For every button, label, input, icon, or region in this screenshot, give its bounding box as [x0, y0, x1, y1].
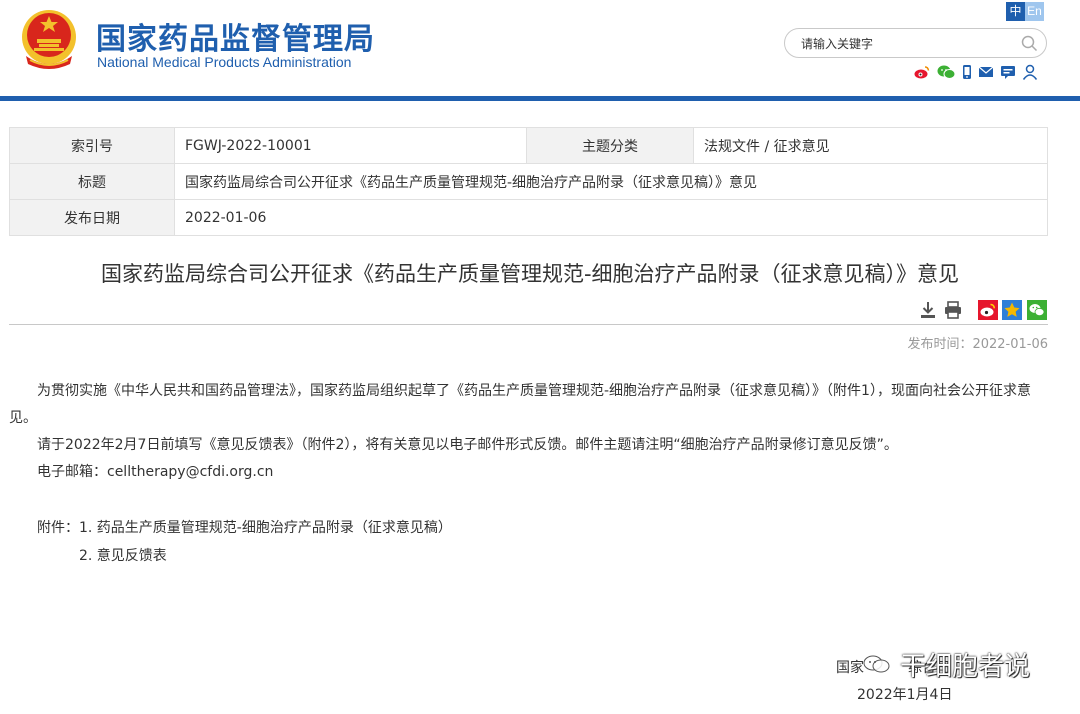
watermark-text: 干细胞者说 — [900, 652, 1031, 682]
table-row: 索引号 FGWJ-2022-10001 主题分类 法规文件 / 征求意见 — [9, 127, 1048, 164]
header-divider-bar — [0, 96, 1080, 101]
search-input[interactable] — [801, 34, 1011, 54]
title-label: 标题 — [9, 163, 175, 200]
index-value: FGWJ-2022-10001 — [174, 127, 527, 164]
article-title: 国家药监局综合司公开征求《药品生产质量管理规范-细胞治疗产品附录（征求意见稿）》… — [100, 262, 960, 286]
site-name-cn[interactable]: 国家药品监督管理局 — [96, 14, 375, 58]
weibo-icon[interactable] — [914, 64, 930, 80]
national-emblem-icon[interactable] — [20, 8, 78, 70]
lang-chinese-button[interactable]: 中 — [1006, 2, 1025, 21]
print-icon[interactable] — [943, 300, 963, 320]
paragraph-intro: 为贯彻实施《中华人民共和国药品管理法》，国家药监局组织起草了《药品生产质量管理规… — [9, 383, 1031, 426]
title-divider — [9, 324, 1048, 325]
category-label: 主题分类 — [526, 127, 694, 164]
attachment-item[interactable]: 2. 意见反馈表 — [79, 545, 167, 565]
mail-icon[interactable] — [978, 64, 994, 80]
user-icon[interactable] — [1022, 64, 1038, 80]
share-qzone-icon[interactable] — [1002, 300, 1022, 320]
mobile-icon[interactable] — [962, 64, 972, 80]
table-row: 标题 国家药监局综合司公开征求《药品生产质量管理规范-细胞治疗产品附录（征求意见… — [9, 163, 1048, 200]
signature-org: 国家 — [836, 660, 864, 676]
date-value: 2022-01-06 — [174, 199, 1048, 236]
email-line: 电子邮箱：celltherapy@cfdi.org.cn — [37, 464, 274, 480]
site-header: 国家药品监督管理局 National Medical Products Admi… — [0, 0, 1080, 98]
lang-english-button[interactable]: En — [1025, 2, 1044, 21]
wechat-icon[interactable] — [937, 64, 956, 80]
download-icon[interactable] — [918, 300, 938, 320]
paragraph-deadline: 请于2022年2月7日前填写《意见反馈表》（附件2），将有关意见以电子邮件形式反… — [37, 437, 898, 453]
index-label: 索引号 — [9, 127, 175, 164]
share-weibo-icon[interactable] — [978, 300, 998, 320]
date-label: 发布日期 — [9, 199, 175, 236]
category-value: 法规文件 / 征求意见 — [693, 127, 1048, 164]
attachment-item[interactable]: 附件：1. 药品生产质量管理规范-细胞治疗产品附录（征求意见稿） — [37, 517, 452, 537]
share-wechat-icon[interactable] — [1027, 300, 1047, 320]
metadata-table: 索引号 FGWJ-2022-10001 主题分类 法规文件 / 征求意见 标题 … — [9, 127, 1048, 236]
signature-date: 2022年1月4日 — [857, 687, 953, 703]
site-name-en[interactable]: National Medical Products Administration — [97, 54, 351, 70]
title-value: 国家药监局综合司公开征求《药品生产质量管理规范-细胞治疗产品附录（征求意见稿）》… — [174, 163, 1048, 200]
article-body: 为贯彻实施《中华人民共和国药品管理法》，国家药监局组织起草了《药品生产质量管理规… — [9, 378, 1049, 486]
wechat-watermark-icon — [863, 655, 890, 673]
table-row: 发布日期 2022-01-06 — [9, 199, 1048, 236]
search-box — [784, 28, 1047, 58]
search-icon[interactable] — [1021, 35, 1038, 52]
publish-time: 发布时间：2022-01-06 — [907, 337, 1048, 352]
message-board-icon[interactable] — [1000, 64, 1016, 80]
